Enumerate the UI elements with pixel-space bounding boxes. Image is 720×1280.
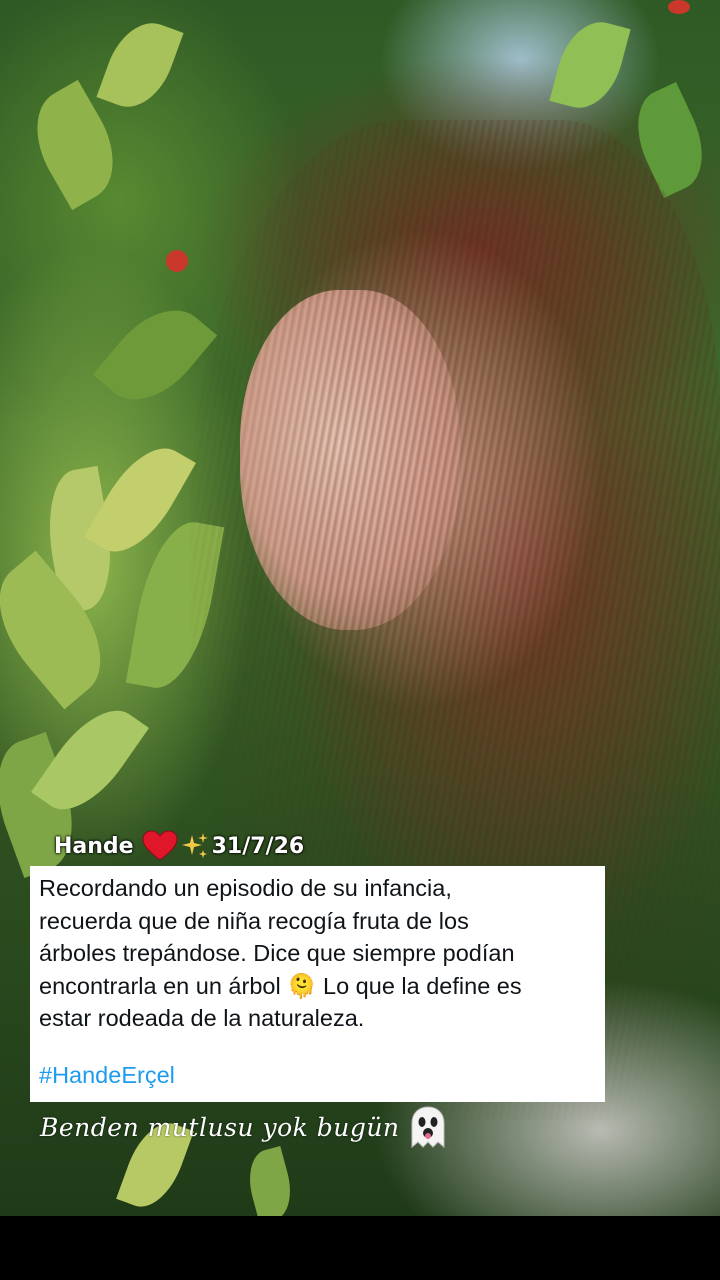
red-heart-icon [142,830,178,862]
bottom-bar [0,1216,720,1280]
leaf [96,12,184,118]
sticker-date: 31/7/26 [211,833,305,859]
sticker-name: Hande [54,833,134,859]
leaf [241,1146,299,1216]
hashtag-link[interactable]: #HandeErçel [39,1062,175,1089]
cherry [166,250,188,272]
script-text: Benden mutlusu yok bugün [40,1112,400,1142]
name-date-sticker: Hande 31/7/26 [54,826,304,866]
sparkles-icon [180,831,210,861]
ghost-icon [404,1103,452,1151]
script-overlay: Benden mutlusu yok bugün [40,1102,452,1152]
leaf [92,290,218,420]
caption-card: Recordando un episodio de su infancia, r… [30,866,605,1102]
leaf [549,13,631,117]
cherry [668,0,690,14]
caption-text: Recordando un episodio de su infancia, r… [39,875,522,1031]
